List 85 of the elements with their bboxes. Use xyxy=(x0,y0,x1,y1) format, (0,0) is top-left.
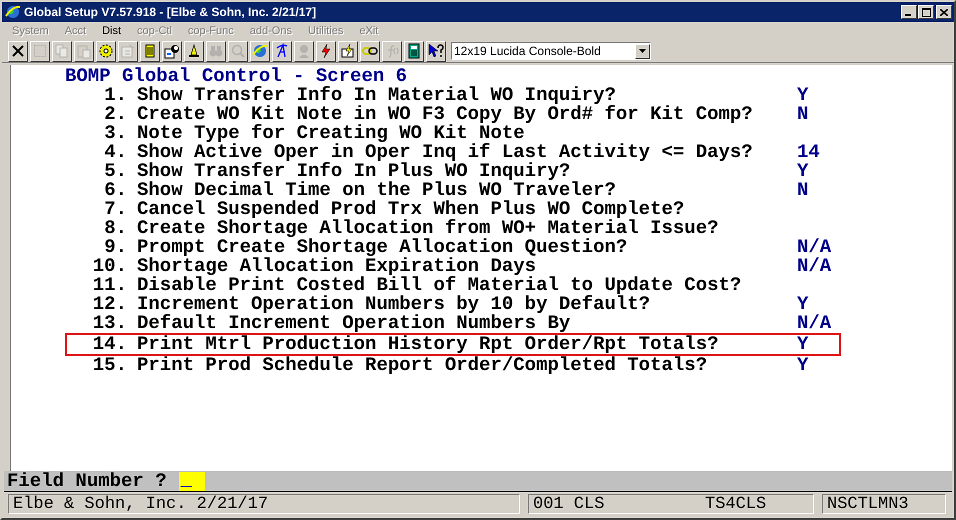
copy-icon xyxy=(54,43,70,59)
input-field[interactable]: _ xyxy=(178,472,205,490)
field-label: Show Transfer Info In Material WO Inquiry? xyxy=(137,86,616,105)
field-label: Show Decimal Time on the Plus WO Traveler? xyxy=(137,181,616,200)
field-value: Y xyxy=(797,162,808,181)
field-value: 14 xyxy=(797,143,820,162)
field-label: Show Active Oper in Oper Inq if Last Activity <= Days? xyxy=(137,143,754,162)
screen-heading: BOMP Global Control - Screen 6 xyxy=(64,67,408,86)
field-number: 1. xyxy=(103,86,128,105)
figure-icon xyxy=(296,43,312,59)
close-icon xyxy=(940,8,948,16)
menu-item[interactable]: Dist xyxy=(94,25,130,37)
field-value: N xyxy=(797,181,808,200)
field-value: N/A xyxy=(797,257,832,276)
gear-icon xyxy=(98,43,114,59)
field-label: Prompt Create Shortage Allocation Question? xyxy=(137,238,628,257)
field-number: 7. xyxy=(103,200,128,219)
field-label: Increment Operation Numbers by 10 by Default? xyxy=(137,295,650,314)
field-value: N/A xyxy=(797,238,832,257)
calculator-icon xyxy=(406,43,422,59)
field-number: 11. xyxy=(92,276,128,295)
search-icon xyxy=(230,43,246,59)
toolbar-button[interactable] xyxy=(140,40,160,62)
field-label: Show Transfer Info In Plus WO Inquiry? xyxy=(137,162,570,181)
minimize-button[interactable] xyxy=(901,5,917,19)
lightning-document-icon xyxy=(340,43,356,59)
company-status: Elbe & Sohn, Inc. 2/21/17 xyxy=(13,494,268,514)
field-number: 9. xyxy=(103,238,128,257)
field-value: Y xyxy=(797,356,808,375)
card-icon xyxy=(164,43,180,59)
field-number: 15. xyxy=(92,356,128,375)
toolbar-button[interactable] xyxy=(404,40,424,62)
field-label: Print Mtrl Production History Rpt Order/Rpt Totals? xyxy=(137,335,720,354)
field-number: 10. xyxy=(92,257,128,276)
selection-icon xyxy=(32,43,48,59)
field-number: 8. xyxy=(103,219,128,238)
field-label: Create WO Kit Note in WO F3 Copy By Ord# for Kit Comp? xyxy=(137,105,754,124)
field-number: 12. xyxy=(92,295,128,314)
help-pointer-icon xyxy=(428,43,444,59)
field-value: Y xyxy=(797,86,808,105)
field-label: Print Prod Schedule Report Order/Completed Totals? xyxy=(137,356,708,375)
close-icon xyxy=(10,43,26,59)
maximize-icon xyxy=(922,8,930,16)
field-value: N/A xyxy=(797,314,832,333)
dropdown-arrow-icon xyxy=(639,49,646,53)
toolbar-button[interactable] xyxy=(426,40,446,62)
field-number: 6. xyxy=(103,181,128,200)
program-status: NSCTLMN3 xyxy=(827,494,909,514)
globe-icon xyxy=(252,43,268,59)
field-number: 14. xyxy=(92,335,128,354)
field-value: Y xyxy=(797,335,808,354)
toolbar-button[interactable] xyxy=(338,40,358,62)
field-number: 13. xyxy=(92,314,128,333)
toolbar-button[interactable] xyxy=(316,40,336,62)
font-dropdown[interactable]: 12x19 Lucida Console-Bold xyxy=(451,42,651,60)
close-button[interactable] xyxy=(936,5,952,19)
field-number: 5. xyxy=(103,162,128,181)
toolbar-button[interactable] xyxy=(250,40,270,62)
clipboard-icon xyxy=(76,43,92,59)
field-number: 3. xyxy=(103,124,128,143)
properties-icon xyxy=(120,43,136,59)
script-letter-icon xyxy=(274,43,290,59)
terminal-status: TS4CLS xyxy=(705,494,766,514)
field-label: Disable Print Costed Bill of Material to Update Cost? xyxy=(137,276,742,295)
toolbar-button[interactable] xyxy=(272,40,292,62)
field-number: 4. xyxy=(103,143,128,162)
globe-icon xyxy=(5,4,21,20)
field-label: Default Increment Operation Numbers By xyxy=(137,314,572,333)
maximize-button[interactable] xyxy=(918,5,934,19)
prompt-label: Field Number ? xyxy=(7,470,167,492)
binoculars-icon xyxy=(208,43,224,59)
window-title: Global Setup V7.57.918 - [Elbe & Sohn, Inc. 2/21/17] xyxy=(24,5,318,19)
field-value: Y xyxy=(797,295,808,314)
code-status: 001 CLS xyxy=(533,494,606,514)
toolbar-button[interactable] xyxy=(162,40,182,62)
field-number: 2. xyxy=(103,105,128,124)
field-label: Shortage Allocation Expiration Days xyxy=(137,257,536,276)
toolbar-button[interactable] xyxy=(96,40,116,62)
field-label: Create Shortage Allocation from WO+ Material Issue? xyxy=(137,219,720,238)
field-value: N xyxy=(797,105,808,124)
toolbar-button[interactable] xyxy=(360,40,380,62)
toolbar-button[interactable] xyxy=(8,40,28,62)
field-label: Cancel Suspended Prod Trx When Plus WO Complete? xyxy=(137,200,686,219)
toolbar-button[interactable] xyxy=(184,40,204,62)
field-label: Note Type for Creating WO Kit Note xyxy=(137,124,525,143)
